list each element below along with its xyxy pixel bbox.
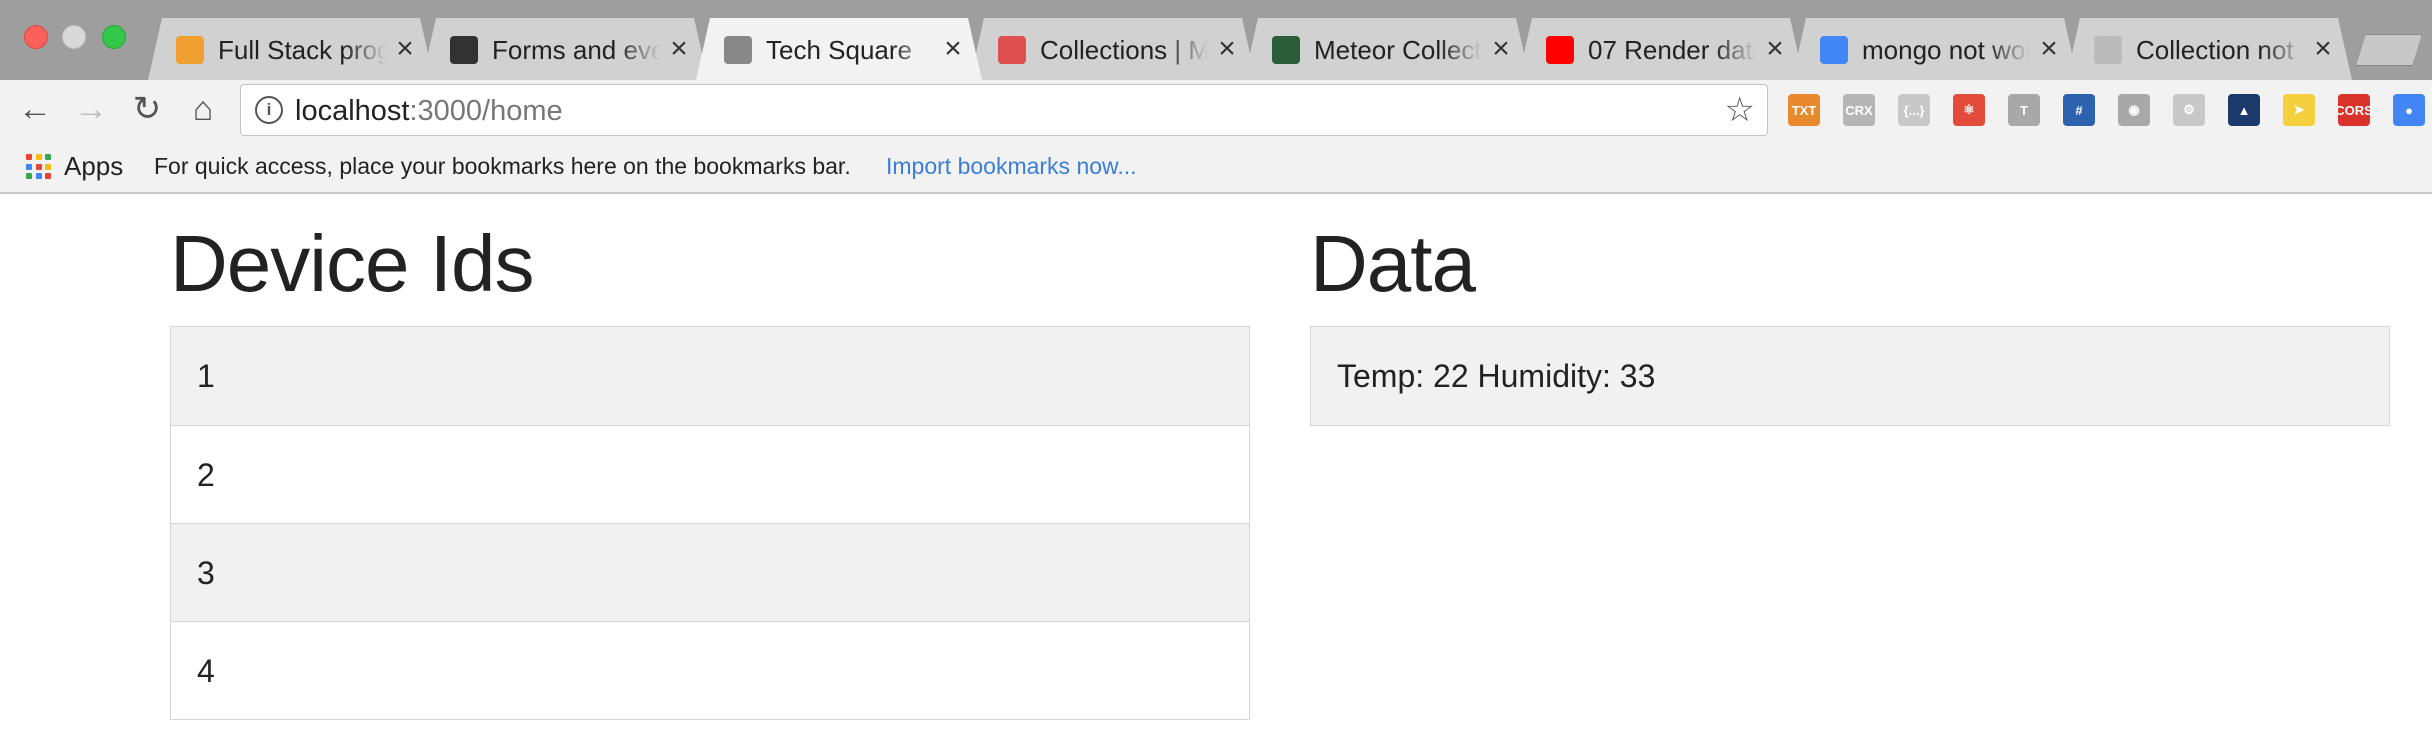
tab-label: mongo not working — [1862, 35, 2030, 65]
close-tab-icon[interactable]: × — [2034, 34, 2064, 64]
import-bookmarks-link[interactable]: Import bookmarks now... — [886, 151, 1137, 181]
google-icon — [1820, 36, 1848, 64]
meteor-icon — [450, 36, 478, 64]
browser-tab[interactable]: Collections | Meteor× — [970, 18, 1256, 80]
txt-extension-icon[interactable]: TXT — [1788, 94, 1820, 126]
new-tab-button[interactable] — [2356, 34, 2422, 66]
apps-shortcut[interactable]: Apps — [64, 149, 123, 183]
tab-label: Meteor Collections — [1314, 35, 1482, 65]
minimize-window-button[interactable] — [62, 25, 86, 49]
bookmark-star-icon[interactable]: ☆ — [1725, 91, 1755, 129]
cursor-highlight-icon[interactable]: ➤ — [2283, 94, 2315, 126]
close-tab-icon[interactable]: × — [664, 34, 694, 64]
device-id-item[interactable]: 4 — [171, 621, 1249, 719]
crx-extension-icon[interactable]: CRX — [1843, 94, 1875, 126]
chrome-extension-icon[interactable]: ● — [2393, 94, 2425, 126]
address-bar[interactable]: i localhost:3000/home ☆ — [240, 84, 1768, 136]
crop-tool-icon[interactable]: # — [2063, 94, 2095, 126]
close-tab-icon[interactable]: × — [938, 34, 968, 64]
browser-tab[interactable]: Collection not × — [2066, 18, 2352, 80]
device-ids-heading: Device Ids — [170, 219, 534, 308]
maximize-window-button[interactable] — [102, 25, 126, 49]
json-extension-icon[interactable]: {...} — [1898, 94, 1930, 126]
page-content: Device Ids Data 1234 Temp: 22 Humidity: … — [0, 194, 2432, 744]
font-tool-icon[interactable]: T — [2008, 94, 2040, 126]
device-id-item[interactable]: 3 — [171, 523, 1249, 621]
forward-button[interactable]: → — [72, 90, 110, 128]
close-tab-icon[interactable]: × — [390, 34, 420, 64]
bookmarks-hint: For quick access, place your bookmarks h… — [154, 153, 851, 179]
axe-icon[interactable]: ▲ — [2228, 94, 2260, 126]
device-id-item[interactable]: 1 — [171, 327, 1249, 425]
camera-icon[interactable]: ◉ — [2118, 94, 2150, 126]
close-tab-icon[interactable]: × — [1486, 34, 1516, 64]
meteor-icon — [2094, 36, 2122, 64]
device-id-item[interactable]: 2 — [171, 425, 1249, 523]
browser-tab[interactable]: Tech Square × — [696, 18, 982, 80]
browser-tab[interactable]: Full Stack programming× — [148, 18, 434, 80]
back-button[interactable]: ← — [16, 90, 54, 128]
settings-gear-icon[interactable]: ⚙ — [2173, 94, 2205, 126]
browser-tab[interactable]: Meteor Collections× — [1244, 18, 1530, 80]
url-text[interactable]: localhost:3000/home — [295, 94, 563, 128]
data-heading: Data — [1310, 219, 1476, 308]
browser-tab[interactable]: 07 Render data × — [1518, 18, 1804, 80]
reload-button[interactable]: ↻ — [128, 90, 166, 128]
cors-extension-icon[interactable]: CORS — [2335, 94, 2373, 126]
meteor-icon — [998, 36, 1026, 64]
youtube-icon — [1546, 36, 1574, 64]
react-devtools-icon[interactable]: ⚛ — [1953, 94, 1985, 126]
codecademy-icon — [176, 36, 204, 64]
apps-grid-icon[interactable] — [26, 154, 52, 180]
browser-toolbar: ← → ↻ ⌂ i localhost:3000/home ☆ TXT CRX {.… — [0, 80, 2432, 138]
data-item: Temp: 22 Humidity: 33 — [1311, 327, 2389, 425]
bookmarks-bar: Apps For quick access, place your bookma… — [0, 138, 2432, 194]
tab-label: Full Stack programming — [218, 35, 386, 65]
site-info-icon[interactable]: i — [255, 96, 283, 124]
tab-label: Collection not — [2136, 35, 2294, 65]
tab-label: Forms and events — [492, 35, 660, 65]
close-tab-icon[interactable]: × — [2308, 34, 2338, 64]
page-icon — [724, 36, 752, 64]
close-tab-icon[interactable]: × — [1212, 34, 1242, 64]
tab-label: 07 Render data — [1588, 35, 1756, 65]
data-list: Temp: 22 Humidity: 33 — [1310, 326, 2390, 426]
tab-strip: Full Stack programming×Forms and events×… — [0, 0, 2432, 80]
tab-label: Tech Square — [766, 35, 912, 65]
close-tab-icon[interactable]: × — [1760, 34, 1790, 64]
browser-tab[interactable]: Forms and events× — [422, 18, 708, 80]
browser-tab[interactable]: mongo not working× — [1792, 18, 2078, 80]
close-window-button[interactable] — [24, 25, 48, 49]
tab-label: Collections | Meteor — [1040, 35, 1208, 65]
home-button[interactable]: ⌂ — [184, 90, 222, 128]
device-ids-list: 1234 — [170, 326, 1250, 720]
atmosphere-icon — [1272, 36, 1300, 64]
